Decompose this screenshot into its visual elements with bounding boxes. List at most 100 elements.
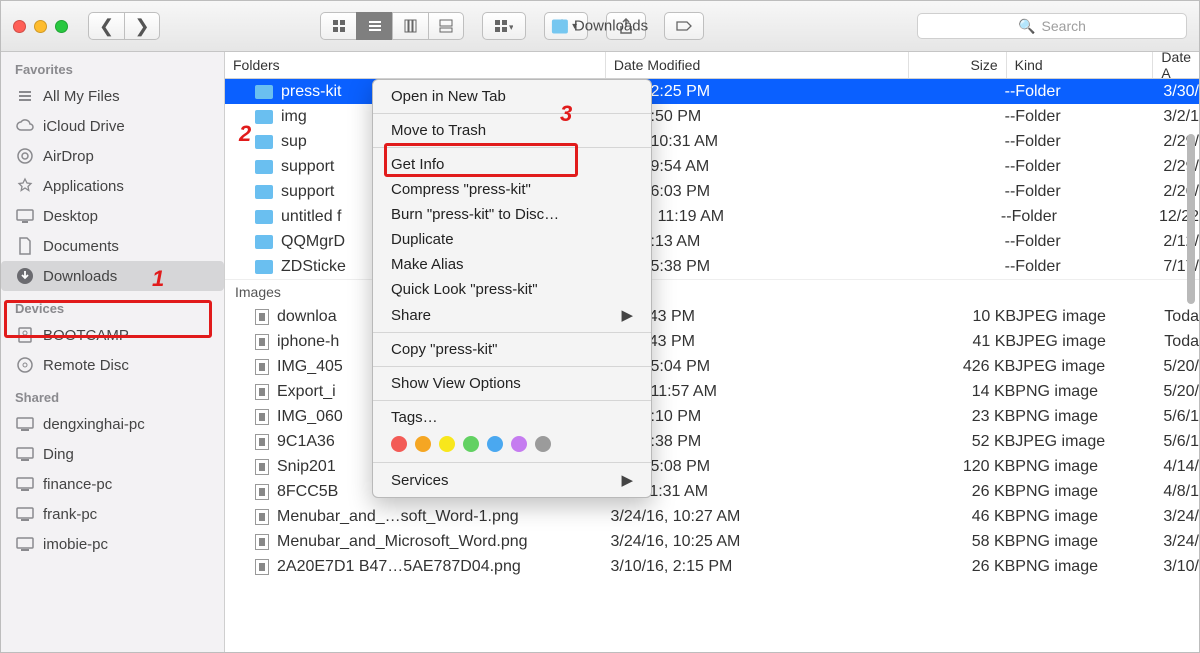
row-size: 58 KB	[917, 533, 1016, 551]
sidebar-item-desktop[interactable]: Desktop	[1, 201, 224, 231]
tags-button[interactable]	[664, 12, 704, 40]
icon-view-button[interactable]	[320, 12, 356, 40]
row-name: iphone-h	[277, 333, 339, 351]
sidebar-item-label: dengxinghai-pc	[43, 416, 145, 433]
menu-separator	[373, 400, 651, 401]
list-view-button[interactable]	[356, 12, 392, 40]
menu-item[interactable]: Make Alias	[373, 252, 651, 277]
image-file-icon	[255, 559, 269, 575]
row-size: 26 KB	[917, 558, 1016, 576]
tag-color-icon[interactable]	[415, 436, 431, 452]
row-date: 6/16, 6:03 PM	[610, 183, 916, 201]
menu-item-label: Move to Trash	[391, 122, 486, 139]
tag-color-icon[interactable]	[439, 436, 455, 452]
col-date[interactable]: Date Modified	[606, 52, 909, 78]
table-row[interactable]: 2A20E7D1 B47…5AE787D04.png 3/10/16, 2:15…	[225, 554, 1199, 579]
scrollbar[interactable]	[1185, 134, 1197, 646]
row-kind: PNG image	[1015, 458, 1163, 476]
menu-separator	[373, 147, 651, 148]
image-file-icon	[255, 409, 269, 425]
col-size[interactable]: Size	[909, 52, 1007, 78]
sidebar-item-applications[interactable]: Applications	[1, 171, 224, 201]
sidebar-item-finance-pc[interactable]: finance-pc	[1, 469, 224, 499]
row-name: press-kit	[281, 83, 341, 101]
menu-item[interactable]: Get Info	[373, 152, 651, 177]
menu-item-label: Burn "press-kit" to Disc…	[391, 206, 559, 223]
row-kind: Folder	[1012, 208, 1159, 226]
sidebar-item-label: Remote Disc	[43, 357, 129, 374]
row-size: --	[917, 158, 1016, 176]
folder-icon	[255, 85, 273, 99]
sidebar-item-dengxinghai-pc[interactable]: dengxinghai-pc	[1, 409, 224, 439]
menu-item[interactable]: Copy "press-kit"	[373, 337, 651, 362]
menu-item[interactable]: Burn "press-kit" to Disc…	[373, 202, 651, 227]
sidebar-item-remote-disc[interactable]: Remote Disc	[1, 350, 224, 380]
tag-color-icon[interactable]	[391, 436, 407, 452]
arrange-button[interactable]: ▾	[482, 12, 526, 40]
row-date: 3/24/16, 10:25 AM	[610, 533, 916, 551]
sidebar-section-header: Shared	[1, 380, 224, 409]
tag-color-icon[interactable]	[535, 436, 551, 452]
menu-item[interactable]: Show View Options	[373, 371, 651, 396]
column-view-button[interactable]	[392, 12, 428, 40]
tag-color-icon[interactable]	[487, 436, 503, 452]
row-name: 8FCC5B	[277, 483, 338, 501]
tag-color-icon[interactable]	[511, 436, 527, 452]
menu-item[interactable]: Open in New Tab	[373, 84, 651, 109]
col-date-added[interactable]: Date A	[1153, 52, 1199, 78]
row-kind: PNG image	[1015, 533, 1163, 551]
row-size: 52 KB	[917, 433, 1016, 451]
col-name[interactable]: Folders	[225, 52, 606, 78]
menu-item[interactable]: Duplicate	[373, 227, 651, 252]
all-my-files-icon	[15, 87, 35, 105]
menu-item-label: Get Info	[391, 156, 444, 173]
menu-item[interactable]: Compress "press-kit"	[373, 177, 651, 202]
row-name: QQMgrD	[281, 233, 345, 251]
menu-item[interactable]: Share▶	[373, 302, 651, 328]
minimize-icon[interactable]	[34, 20, 47, 33]
menu-item-label: Tags…	[391, 409, 438, 426]
search-icon: 🔍	[1018, 18, 1035, 35]
table-row[interactable]: Menubar_and_…soft_Word-1.png 3/24/16, 10…	[225, 504, 1199, 529]
row-date: /16, 11:31 AM	[610, 483, 916, 501]
sidebar-item-icloud-drive[interactable]: iCloud Drive	[1, 111, 224, 141]
sidebar-item-label: iCloud Drive	[43, 118, 125, 135]
sidebar-item-airdrop[interactable]: AirDrop	[1, 141, 224, 171]
col-kind[interactable]: Kind	[1007, 52, 1154, 78]
row-kind: JPEG image	[1015, 358, 1163, 376]
menu-separator	[373, 332, 651, 333]
search-input[interactable]: 🔍 Search	[917, 13, 1187, 39]
menu-item[interactable]: Services▶	[373, 467, 651, 493]
cloud-icon	[15, 117, 35, 135]
sidebar-item-downloads[interactable]: Downloads	[1, 261, 224, 291]
sidebar-item-label: Desktop	[43, 208, 98, 225]
back-button[interactable]: ❮	[88, 12, 124, 40]
sidebar-section-header: Devices	[1, 291, 224, 320]
sidebar-item-all-my-files[interactable]: All My Files	[1, 81, 224, 111]
sidebar-item-bootcamp[interactable]: BOOTCAMP	[1, 320, 224, 350]
sidebar-item-frank-pc[interactable]: frank-pc	[1, 499, 224, 529]
table-row[interactable]: Menubar_and_Microsoft_Word.png 3/24/16, …	[225, 529, 1199, 554]
menu-item[interactable]: Move to Trash	[373, 118, 651, 143]
tag-color-icon[interactable]	[463, 436, 479, 452]
row-kind: Folder	[1015, 233, 1163, 251]
row-date-added: 3/30/	[1163, 83, 1199, 101]
coverflow-view-button[interactable]	[428, 12, 464, 40]
zoom-icon[interactable]	[55, 20, 68, 33]
sidebar-item-imobie-pc[interactable]: imobie-pc	[1, 529, 224, 559]
menu-item[interactable]: Tags…	[373, 405, 651, 430]
close-icon[interactable]	[13, 20, 26, 33]
submenu-arrow-icon: ▶	[621, 306, 633, 324]
row-size: --	[917, 83, 1016, 101]
row-name: ZDSticke	[281, 258, 346, 276]
row-kind: Folder	[1015, 133, 1163, 151]
scroll-thumb[interactable]	[1187, 134, 1195, 304]
sidebar-item-documents[interactable]: Documents	[1, 231, 224, 261]
menu-item-label: Make Alias	[391, 256, 464, 273]
forward-button[interactable]: ❯	[124, 12, 160, 40]
desktop-icon	[15, 207, 35, 225]
sidebar-item-ding[interactable]: Ding	[1, 439, 224, 469]
menu-item[interactable]: Quick Look "press-kit"	[373, 277, 651, 302]
row-date: ay, 2:43 PM	[611, 333, 917, 351]
context-menu: Open in New Tab Move to Trash Get Info Comp…	[372, 79, 652, 498]
